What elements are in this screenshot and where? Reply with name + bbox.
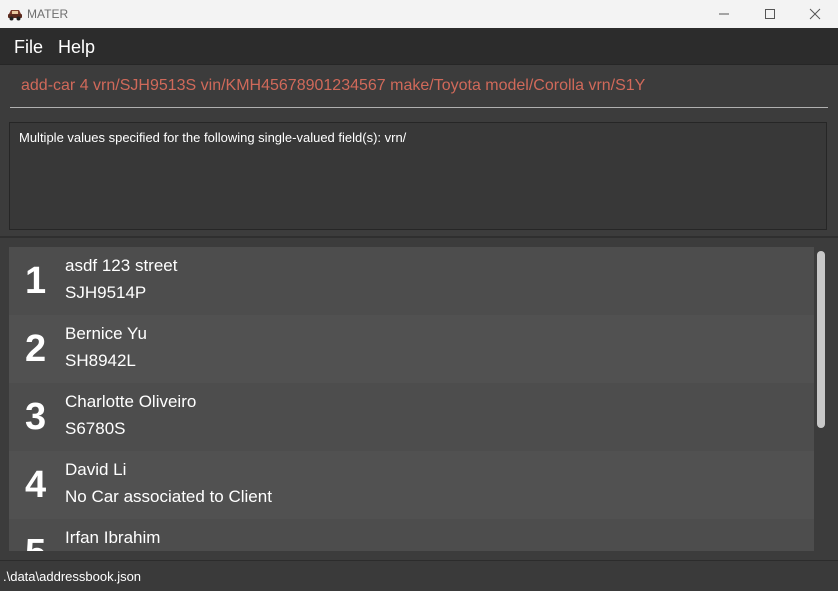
client-name: Irfan Ibrahim: [65, 528, 161, 547]
client-name: asdf 123 street: [65, 256, 178, 275]
client-list[interactable]: 1 asdf 123 street SJH9514P 2 Bernice Yu …: [9, 247, 814, 551]
client-index: 3: [25, 396, 47, 438]
client-name: Bernice Yu: [65, 324, 147, 343]
client-index: 4: [25, 464, 47, 506]
client-card[interactable]: 2 Bernice Yu SH8942L: [9, 315, 814, 383]
client-name: Charlotte Oliveiro: [65, 392, 197, 411]
client-card[interactable]: 5 Irfan Ibrahim: [9, 519, 814, 551]
minimize-button[interactable]: [701, 0, 747, 28]
client-car: S6780S: [65, 419, 126, 438]
client-card[interactable]: 1 asdf 123 street SJH9514P: [9, 247, 814, 315]
command-box: [0, 65, 838, 116]
close-icon: [809, 8, 821, 20]
close-button[interactable]: [792, 0, 838, 28]
client-index: 5: [25, 532, 46, 551]
maximize-icon: [765, 9, 775, 19]
result-display-area: Multiple values specified for the follow…: [0, 116, 838, 236]
menu-bar: File Help: [0, 28, 838, 65]
menu-file[interactable]: File: [14, 37, 43, 58]
status-bar: .\data\addressbook.json: [0, 560, 838, 591]
title-bar: MATER: [0, 0, 838, 28]
client-car: No Car associated to Client: [65, 487, 272, 506]
client-index: 2: [25, 328, 47, 370]
save-file-path: .\data\addressbook.json: [3, 569, 142, 584]
client-name: David Li: [65, 460, 127, 479]
result-message: Multiple values specified for the follow…: [19, 130, 407, 145]
car-icon: [7, 7, 23, 21]
client-card[interactable]: 4 David Li No Car associated to Client: [9, 451, 814, 519]
client-card[interactable]: 3 Charlotte Oliveiro S6780S: [9, 383, 814, 451]
client-car: SJH9514P: [65, 283, 147, 302]
command-input[interactable]: [10, 65, 828, 108]
client-index: 1: [25, 260, 47, 302]
client-car: SH8942L: [65, 351, 136, 370]
menu-help[interactable]: Help: [58, 37, 95, 58]
maximize-button[interactable]: [747, 0, 793, 28]
window-title: MATER: [27, 7, 69, 21]
client-list-panel: 1 asdf 123 street SJH9514P 2 Bernice Yu …: [0, 238, 838, 560]
result-display: Multiple values specified for the follow…: [9, 122, 827, 230]
minimize-icon: [719, 13, 729, 15]
scrollbar-thumb[interactable]: [817, 251, 825, 428]
